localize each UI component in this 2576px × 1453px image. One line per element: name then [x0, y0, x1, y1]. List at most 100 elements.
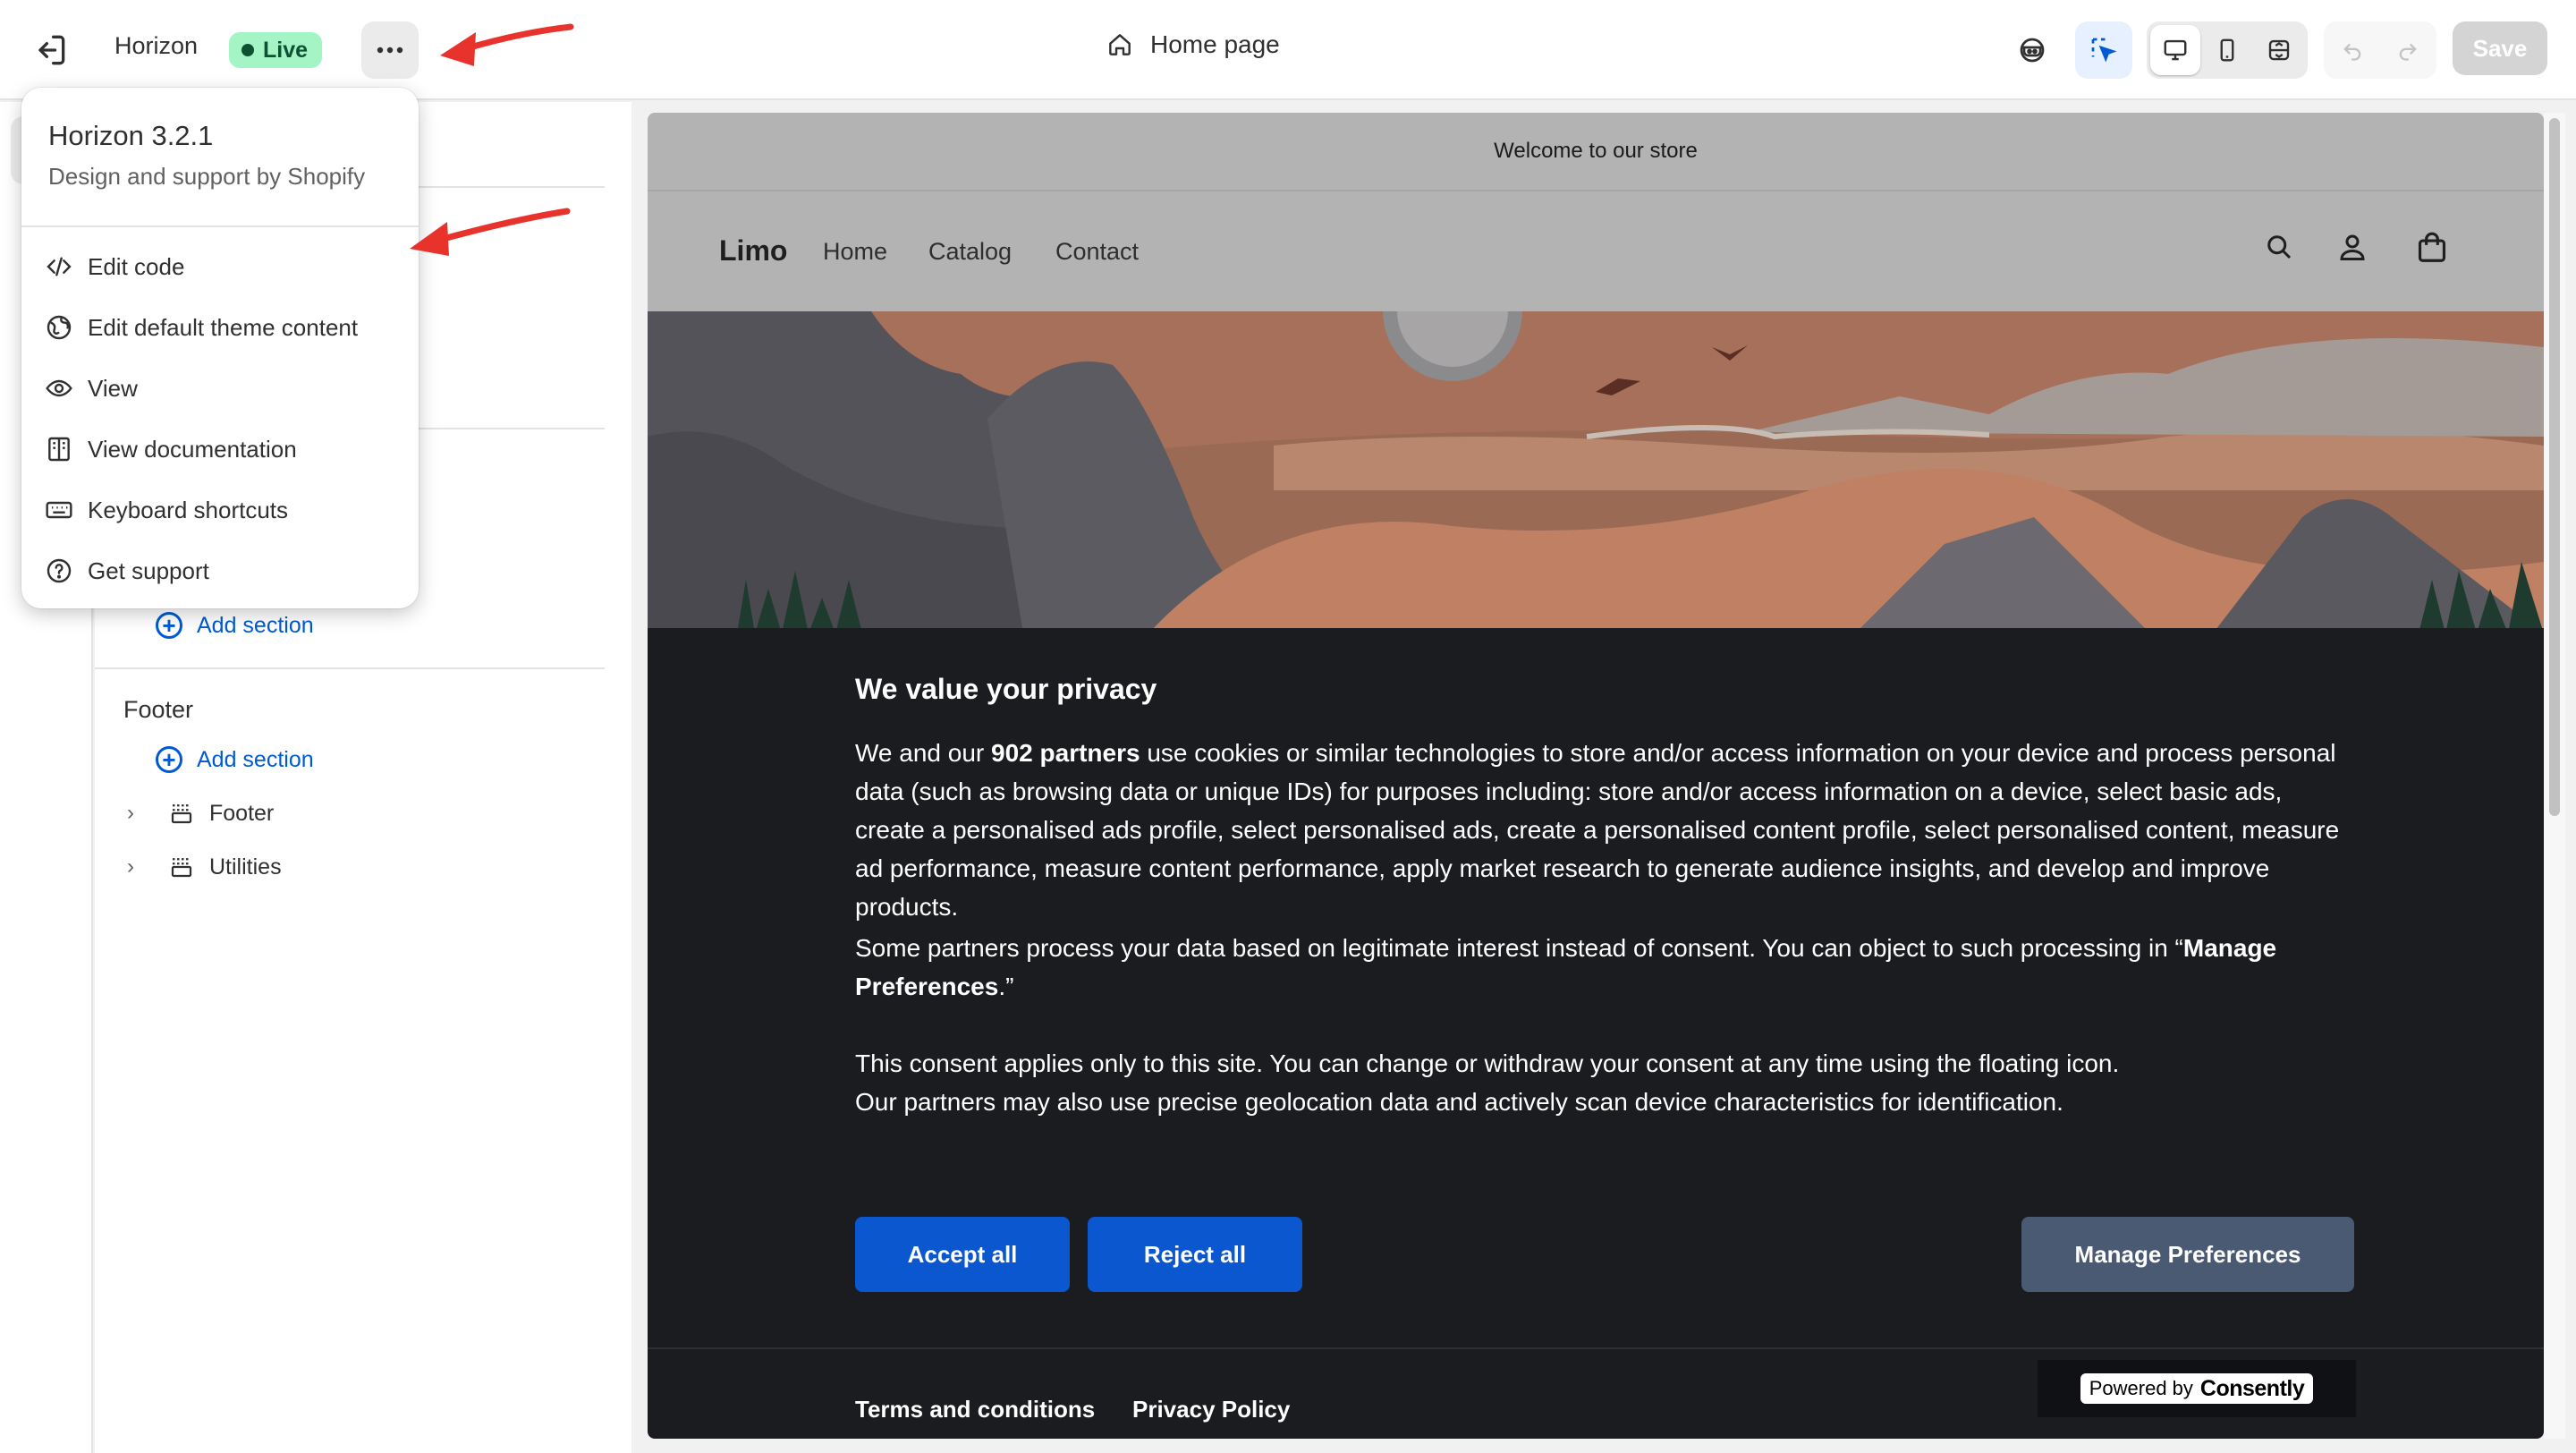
consent-title: We value your privacy: [855, 673, 1157, 705]
sidebar-item-label: Footer: [209, 800, 275, 826]
powered-by-chip: Powered by Consently: [2080, 1373, 2314, 1404]
plus-circle-icon: +: [156, 612, 182, 639]
chevron-right-icon[interactable]: ›: [127, 801, 152, 826]
redo-icon: [2399, 44, 2417, 61]
store-preview-frame: Welcome to our store Limo Home Catalog C…: [648, 113, 2544, 1439]
sidebar-item-label: Utilities: [209, 854, 282, 879]
menu-item-get-support[interactable]: Get support: [45, 557, 209, 585]
sidebar-item-utilities[interactable]: › Utilities: [127, 854, 282, 880]
desktop-view-button[interactable]: [2150, 25, 2200, 75]
section-layout-icon: [168, 800, 195, 827]
reject-all-button[interactable]: Reject all: [1088, 1217, 1302, 1292]
consent-paragraph-legitimate-interest: Some partners process your data based on…: [855, 929, 2340, 1006]
scrollbar-thumb[interactable]: [2549, 118, 2560, 816]
save-button[interactable]: Save: [2453, 21, 2547, 75]
theme-name: Horizon: [114, 32, 199, 59]
mobile-icon: [2220, 38, 2234, 62]
consent-paragraph-purposes: We and our 902 partners use cookies or s…: [855, 734, 2340, 926]
book-icon: [48, 437, 70, 462]
menu-item-label: Keyboard shortcuts: [88, 496, 289, 523]
consent-text: This consent applies only to this site. …: [855, 1049, 2120, 1077]
menu-theme-name: Horizon: [48, 120, 144, 151]
nav-link-home[interactable]: Home: [823, 238, 887, 266]
sidebar-divider: [95, 667, 605, 669]
undo-icon: [2343, 44, 2361, 61]
menu-item-label: View documentation: [88, 435, 297, 463]
eye-icon: [46, 379, 72, 397]
annotation-arrow-icon: [410, 208, 571, 256]
question-icon: [47, 558, 72, 583]
live-badge-label: Live: [263, 37, 309, 63]
device-switcher: [2147, 21, 2308, 79]
consently-logo: Consently: [2199, 1375, 2305, 1401]
plus-circle-icon: +: [156, 746, 182, 773]
consent-text: Our partners may also use precise geoloc…: [855, 1088, 2063, 1116]
theme-actions-menu: Horizon 3.2.1 Design and support by Shop…: [21, 88, 419, 608]
redo-button[interactable]: [2383, 25, 2433, 75]
menu-item-keyboard-shortcuts[interactable]: Keyboard shortcuts: [45, 496, 288, 524]
fullscreen-view-button[interactable]: [2254, 25, 2304, 75]
powered-by-badge[interactable]: Powered by Consently: [2038, 1360, 2356, 1417]
menu-item-label: View: [88, 374, 138, 402]
menu-item-view-documentation[interactable]: View documentation: [45, 435, 297, 463]
consent-text: .”: [998, 973, 1014, 1000]
menu-theme-version: 3.2.1: [151, 120, 214, 151]
menu-theme-title: Horizon 3.2.1: [48, 120, 213, 152]
live-dot-icon: [242, 44, 254, 56]
page-selector-label: Home page: [1150, 30, 1280, 58]
nav-link-contact[interactable]: Contact: [1055, 238, 1139, 266]
sidebar-item-footer[interactable]: › Footer: [127, 800, 274, 827]
hero-illustration: [648, 311, 2544, 633]
add-section-footer-button[interactable]: + Add section: [156, 746, 314, 773]
accept-all-button[interactable]: Accept all: [855, 1217, 1070, 1292]
menu-item-edit-code[interactable]: Edit code: [45, 252, 184, 281]
live-badge: Live: [229, 32, 323, 68]
consent-text: Some partners process your data based on…: [855, 934, 2183, 962]
mobile-view-button[interactable]: [2202, 25, 2252, 75]
cart-bag-icon[interactable]: [2415, 231, 2449, 265]
agent-icon: [2020, 38, 2045, 63]
history-controls: [2324, 21, 2436, 79]
cookie-consent-banner: We value your privacy We and our 902 par…: [648, 628, 2544, 1439]
code-icon: [47, 257, 72, 276]
theme-actions-button[interactable]: [361, 21, 419, 79]
manage-preferences-button[interactable]: Manage Preferences: [2021, 1217, 2354, 1292]
menu-item-label: Edit code: [88, 252, 185, 280]
add-section-template-button[interactable]: + Add section: [156, 612, 314, 639]
partners-count: 902 partners: [991, 739, 1140, 767]
nav-link-catalog[interactable]: Catalog: [928, 238, 1012, 266]
menu-theme-subtitle: Design and support by Shopify: [48, 163, 366, 190]
more-horizontal-icon: [377, 47, 403, 54]
add-section-label: Add section: [197, 746, 314, 772]
section-layout-icon: [168, 854, 195, 880]
inspector-button[interactable]: [2075, 21, 2132, 79]
menu-item-label: Edit default theme content: [88, 313, 359, 341]
privacy-policy-link[interactable]: Privacy Policy: [1132, 1396, 1290, 1423]
chevron-right-icon[interactable]: ›: [127, 854, 152, 879]
announcement-bar: Welcome to our store: [648, 113, 2544, 191]
editor-topbar: Horizon Live Home page Save: [0, 0, 2576, 100]
annotation-arrow-icon: [440, 23, 574, 66]
undo-button[interactable]: [2327, 25, 2377, 75]
select-cursor-icon: [2091, 38, 2117, 63]
search-icon[interactable]: [2263, 231, 2295, 263]
home-icon: [1109, 34, 1131, 55]
consent-footer-divider: [648, 1347, 2544, 1349]
add-section-label: Add section: [197, 612, 314, 638]
terms-link[interactable]: Terms and conditions: [855, 1396, 1095, 1423]
menu-item-edit-default-content[interactable]: Edit default theme content: [45, 313, 358, 342]
consent-text: We and our: [855, 739, 992, 767]
menu-divider: [21, 225, 419, 227]
exit-icon[interactable]: [30, 30, 70, 70]
store-logo[interactable]: Limo: [719, 234, 787, 268]
store-header: Limo Home Catalog Contact: [648, 191, 2544, 311]
consent-paragraph-scope: This consent applies only to this site. …: [855, 1044, 2340, 1121]
page-selector[interactable]: Home page: [1106, 30, 1280, 59]
preview-scrollbar[interactable]: [2544, 113, 2565, 1439]
footer-group-heading: Footer: [123, 696, 194, 723]
account-icon[interactable]: [2336, 231, 2368, 263]
desktop-icon: [2164, 39, 2187, 61]
theme-check-button[interactable]: [2004, 21, 2061, 79]
menu-item-view[interactable]: View: [45, 374, 138, 403]
powered-by-text: Powered by: [2089, 1377, 2193, 1399]
